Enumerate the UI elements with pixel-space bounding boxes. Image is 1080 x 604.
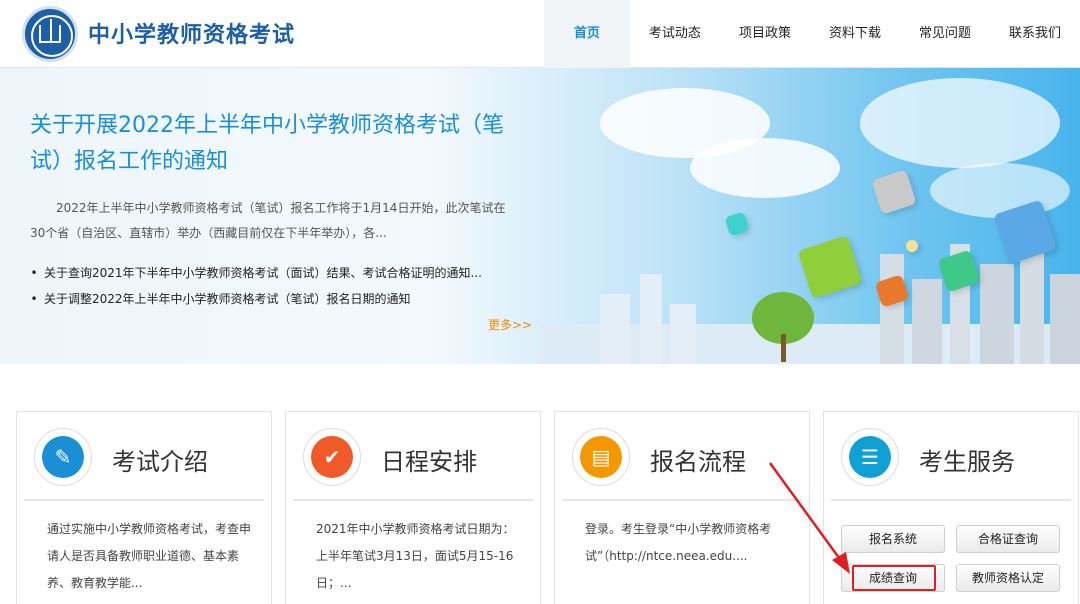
building xyxy=(980,264,1014,364)
document-edit-icon: ✎ xyxy=(34,428,92,486)
card-registration-process: ▤ 报名流程 登录。考生登录“中小学教师资格考试”（http://ntce.ne… xyxy=(554,411,810,604)
building xyxy=(880,254,904,364)
news-banner: 关于开展2022年上半年中小学教师资格考试（笔试）报名工作的通知 2022年上半… xyxy=(0,68,1080,364)
building xyxy=(600,294,630,364)
building xyxy=(640,274,662,364)
grey-cube-icon xyxy=(871,169,917,215)
card-title[interactable]: 考试介绍 xyxy=(112,442,208,477)
teacher-certification-button[interactable]: 教师资格认定 xyxy=(956,564,1060,592)
emblem-icon[interactable] xyxy=(22,6,78,62)
headline-link[interactable]: 关于开展2022年上半年中小学教师资格考试（笔试）报名工作的通知 xyxy=(30,108,520,180)
card-exam-intro: ✎ 考试介绍 通过实施中小学教师资格考试，考查申请人是否具备教师职业道德、基本素… xyxy=(16,411,272,604)
building xyxy=(912,279,942,364)
card-header: ✔ 日程安排 xyxy=(293,412,533,501)
nav-faq[interactable]: 常见问题 xyxy=(900,0,990,68)
headline-summary: 2022年上半年中小学教师资格考试（笔试）报名工作将于1月14日开始，此次笔试在… xyxy=(30,201,506,240)
checkmark-icon: ✔ xyxy=(303,428,361,486)
tree-trunk xyxy=(781,334,786,362)
news-link[interactable]: • 关于调整2022年上半年中小学教师资格考试（笔试）报名日期的通知 xyxy=(30,286,482,312)
green-cube-icon xyxy=(797,235,863,299)
card-summary: 通过实施中小学教师资格考试，考查申请人是否具备教师职业道德、基本素养、教育教学能… xyxy=(47,522,252,590)
cloud-decoration xyxy=(690,138,840,198)
nav-policy[interactable]: 项目政策 xyxy=(720,0,810,68)
nav-home[interactable]: 首页 xyxy=(543,0,630,68)
news-list: • 关于查询2021年下半年中小学教师资格考试（面试）结果、考试合格证明的通知..… xyxy=(30,260,482,312)
card-title[interactable]: 报名流程 xyxy=(650,442,746,477)
building xyxy=(1050,274,1080,364)
building xyxy=(670,304,696,364)
yellow-cube-icon xyxy=(904,238,920,254)
teal-cube-icon xyxy=(724,211,750,237)
cloud-decoration xyxy=(930,163,1070,218)
news-link[interactable]: • 关于查询2021年下半年中小学教师资格考试（面试）结果、考试合格证明的通知..… xyxy=(30,260,482,286)
site-header: 中小学教师资格考试 首页 考试动态 项目政策 资料下载 常见问题 联系我们 xyxy=(0,0,1080,68)
nav-exam-news[interactable]: 考试动态 xyxy=(630,0,720,68)
browser-form-icon: ▤ xyxy=(572,428,630,486)
green-cube-icon xyxy=(937,249,981,293)
cloud-decoration xyxy=(860,78,1060,168)
bullet: • xyxy=(30,266,38,280)
card-summary: 登录。考生登录“中小学教师资格考试”（http://ntce.neea.edu.… xyxy=(585,522,772,563)
more-link[interactable]: 更多>> xyxy=(488,316,532,333)
card-title[interactable]: 日程安排 xyxy=(381,442,477,477)
card-header: ✎ 考试介绍 xyxy=(24,412,264,501)
main-nav: 首页 考试动态 项目政策 资料下载 常见问题 联系我们 xyxy=(543,0,1080,68)
card-title[interactable]: 考生服务 xyxy=(919,442,1015,477)
score-query-button[interactable]: 成绩查询 xyxy=(841,564,945,592)
card-header: ☰ 考生服务 xyxy=(831,412,1071,501)
nav-downloads[interactable]: 资料下载 xyxy=(810,0,900,68)
registration-system-button[interactable]: 报名系统 xyxy=(841,525,945,553)
news-link-text: 关于查询2021年下半年中小学教师资格考试（面试）结果、考试合格证明的通知... xyxy=(44,266,482,280)
nav-contact[interactable]: 联系我们 xyxy=(990,0,1080,68)
card-summary: 2021年中小学教师资格考试日期为：上半年笔试3月13日，面试5月15-16日；… xyxy=(316,522,515,590)
bullet: • xyxy=(30,292,38,306)
card-schedule: ✔ 日程安排 2021年中小学教师资格考试日期为：上半年笔试3月13日，面试5月… xyxy=(285,411,541,604)
site-title[interactable]: 中小学教师资格考试 xyxy=(88,17,295,49)
card-header: ▤ 报名流程 xyxy=(562,412,802,501)
news-link-text: 关于调整2022年上半年中小学教师资格考试（笔试）报名日期的通知 xyxy=(44,292,411,306)
contact-book-icon: ☰ xyxy=(841,428,899,486)
certificate-query-button[interactable]: 合格证查询 xyxy=(956,525,1060,553)
